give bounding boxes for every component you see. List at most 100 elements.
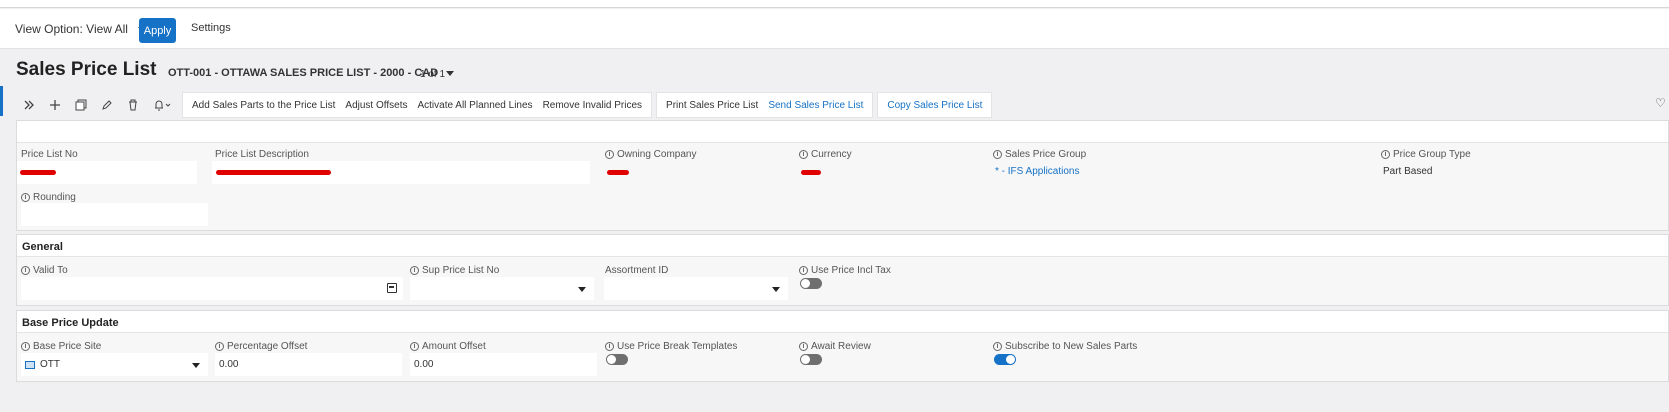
redacted-value xyxy=(801,170,821,175)
chevron-down-icon xyxy=(772,287,780,292)
valid-to-label: Valid To xyxy=(33,265,68,276)
redacted-value xyxy=(20,170,56,175)
info-icon: i xyxy=(799,266,808,275)
assortment-id-dropdown[interactable] xyxy=(604,277,788,300)
add-icon[interactable] xyxy=(42,92,68,118)
redacted-value xyxy=(216,170,331,175)
price-group-type-value: Part Based xyxy=(1383,166,1433,177)
percentage-offset-field: i Percentage Offset xyxy=(215,341,307,352)
info-icon: i xyxy=(993,150,1002,159)
percentage-offset-label: Percentage Offset xyxy=(227,341,308,352)
amount-offset-input[interactable]: 0.00 xyxy=(410,353,597,376)
delete-icon[interactable] xyxy=(120,92,146,118)
await-review-label: Await Review xyxy=(811,341,871,352)
use-price-incl-tax-toggle[interactable] xyxy=(800,278,822,289)
page-title: Sales Price List xyxy=(16,59,157,80)
assortment-id-label: Assortment ID xyxy=(605,265,669,276)
apply-button[interactable]: Apply xyxy=(139,18,176,43)
description-field: Price List Description xyxy=(215,149,309,160)
favorite-heart-icon[interactable]: ♡ xyxy=(1655,96,1666,110)
price-list-no-label: Price List No xyxy=(21,149,78,160)
currency-field: i Currency xyxy=(799,149,852,175)
price-group-type-label: Price Group Type xyxy=(1393,149,1471,160)
valid-to-field: i Valid To xyxy=(21,265,68,276)
use-price-break-templates-field: i Use Price Break Templates xyxy=(605,341,737,352)
expand-icon[interactable] xyxy=(16,92,42,118)
settings-link[interactable]: Settings xyxy=(191,22,231,34)
subscribe-new-sales-parts-field: i Subscribe to New Sales Parts xyxy=(993,341,1137,352)
price-list-no-field: Price List No xyxy=(21,149,78,160)
base-price-site-dropdown[interactable]: OTT xyxy=(21,353,208,376)
base-price-update-panel: Base Price Update i Base Price Site OTT i… xyxy=(16,310,1669,382)
base-price-site-value: OTT xyxy=(40,359,60,370)
price-list-header-panel: Price List No Price List Description i Ow… xyxy=(16,120,1669,231)
adjust-offsets-button[interactable]: Adjust Offsets xyxy=(340,100,412,111)
base-price-update-header xyxy=(17,311,1668,333)
sales-price-group-link[interactable]: * - IFS Applications xyxy=(995,166,1079,177)
amount-offset-value: 0.00 xyxy=(414,359,434,370)
base-price-update-title: Base Price Update xyxy=(22,317,119,329)
owning-company-label: Owning Company xyxy=(617,149,697,160)
general-title: General xyxy=(22,241,63,253)
valid-to-input[interactable] xyxy=(21,277,403,300)
view-option-label: View Option: View All xyxy=(15,22,128,36)
description-value[interactable] xyxy=(212,161,590,184)
sales-price-group-field: i Sales Price Group * - IFS Applications xyxy=(993,149,1087,177)
chevron-down-icon xyxy=(446,70,455,76)
general-panel: General i Valid To i Sup Price List No Ass… xyxy=(16,234,1669,306)
panel-top xyxy=(17,121,1668,143)
action-group: Add Sales Parts to the Price List Adjust… xyxy=(182,92,653,118)
left-accent-bar xyxy=(0,86,3,116)
owning-company-field: i Owning Company xyxy=(605,149,697,175)
sales-price-group-label: Sales Price Group xyxy=(1005,149,1087,160)
info-icon: i xyxy=(799,342,808,351)
info-icon: i xyxy=(21,193,30,202)
info-icon: i xyxy=(21,266,30,275)
subscribe-new-sales-parts-toggle[interactable] xyxy=(994,354,1016,365)
bell-icon[interactable] xyxy=(146,92,178,118)
duplicate-icon[interactable] xyxy=(68,92,94,118)
sup-price-list-dropdown[interactable] xyxy=(410,277,594,300)
calendar-icon[interactable] xyxy=(387,283,397,293)
info-icon: i xyxy=(799,150,808,159)
remove-invalid-prices-button[interactable]: Remove Invalid Prices xyxy=(538,100,647,111)
print-group: Print Sales Price List Send Sales Price … xyxy=(656,92,874,118)
subscribe-new-sales-parts-label: Subscribe to New Sales Parts xyxy=(1005,341,1138,352)
info-icon: i xyxy=(1381,150,1390,159)
base-price-site-label: Base Price Site xyxy=(33,341,102,352)
site-icon xyxy=(25,360,35,369)
activate-planned-lines-button[interactable]: Activate All Planned Lines xyxy=(412,100,537,111)
record-selector[interactable]: OTT-001 - OTTAWA SALES PRICE LIST - 2000… xyxy=(168,67,455,79)
sup-price-list-label: Sup Price List No xyxy=(422,265,500,276)
redacted-value xyxy=(607,170,629,175)
general-header xyxy=(17,235,1668,257)
rounding-field: i Rounding xyxy=(21,192,76,203)
copy-price-list-button[interactable]: Copy Sales Price List xyxy=(882,100,987,111)
await-review-toggle[interactable] xyxy=(800,354,822,365)
record-title: OTT-001 - OTTAWA SALES PRICE LIST - 2000… xyxy=(168,67,439,79)
print-price-list-button[interactable]: Print Sales Price List xyxy=(661,100,763,111)
edit-icon[interactable] xyxy=(94,92,120,118)
chevron-down-icon xyxy=(192,363,200,368)
base-price-site-field: i Base Price Site xyxy=(21,341,101,352)
info-icon: i xyxy=(215,342,224,351)
info-icon: i xyxy=(21,342,30,351)
currency-label: Currency xyxy=(811,149,852,160)
info-icon: i xyxy=(605,150,614,159)
info-icon: i xyxy=(605,342,614,351)
copy-group: Copy Sales Price List xyxy=(877,92,993,118)
amount-offset-field: i Amount Offset xyxy=(410,341,486,352)
use-price-break-templates-toggle[interactable] xyxy=(606,354,628,365)
top-strip xyxy=(0,0,1669,8)
command-toolbar: Add Sales Parts to the Price List Adjust… xyxy=(16,92,993,118)
add-sales-parts-button[interactable]: Add Sales Parts to the Price List xyxy=(187,100,340,111)
sup-price-list-field: i Sup Price List No xyxy=(410,265,499,276)
price-list-no-value xyxy=(17,161,197,184)
send-price-list-button[interactable]: Send Sales Price List xyxy=(763,100,868,111)
view-option-dropdown[interactable]: View Option: View All xyxy=(15,22,146,36)
percentage-offset-input[interactable]: 0.00 xyxy=(215,353,402,376)
info-icon: i xyxy=(410,266,419,275)
await-review-field: i Await Review xyxy=(799,341,871,352)
rounding-input[interactable] xyxy=(21,203,208,226)
rounding-label: Rounding xyxy=(33,192,76,203)
